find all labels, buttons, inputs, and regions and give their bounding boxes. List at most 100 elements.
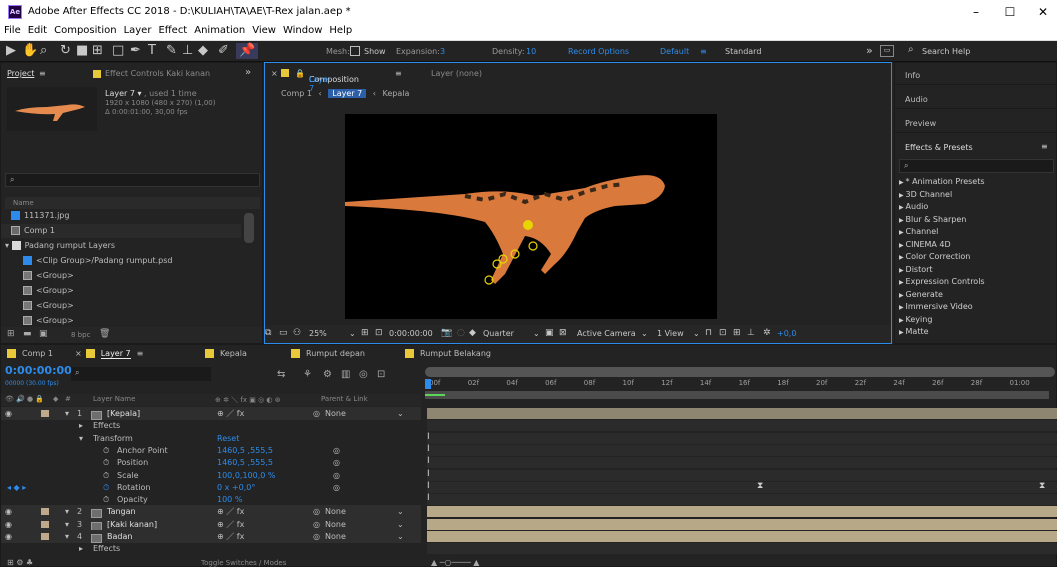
more-workspaces-icon[interactable]: » xyxy=(866,44,873,57)
selection-tool-icon[interactable]: ▶ xyxy=(6,43,16,59)
pen-tool-icon[interactable]: ✒ xyxy=(130,43,141,59)
time-ruler[interactable]: 00f 02f 04f 06f 08f 10f 12f 14f 16f 18f 20f 22f 24f 2… xyxy=(425,377,1057,391)
effects-category[interactable]: ▶ Keying xyxy=(899,315,932,327)
menu-effect[interactable]: Effect xyxy=(154,24,190,36)
toggle-transparency-icon[interactable]: ⊠ xyxy=(559,328,567,338)
timeline-tab[interactable]: × Layer 7 ≡ xyxy=(75,349,144,359)
effects-search-input[interactable]: ⌕ xyxy=(899,159,1054,173)
snapshot-icon[interactable]: ⧉ xyxy=(265,328,271,338)
flowchart-icon[interactable]: ⊥ xyxy=(747,328,755,338)
project-item[interactable]: ▾ Padang rumput Layers xyxy=(1,239,241,253)
toggle-pixel-aspect-icon[interactable]: ⊓ xyxy=(705,328,712,338)
close-tab-icon[interactable]: × xyxy=(75,349,82,358)
project-item[interactable]: <Clip Group>/Padang rumput.psd xyxy=(1,254,241,268)
project-menu-icon[interactable]: ≡ xyxy=(39,69,46,78)
project-item[interactable]: <Group> xyxy=(1,284,241,298)
project-scrollbar[interactable] xyxy=(244,213,254,243)
camera-snapshot-icon[interactable]: 📷 xyxy=(441,328,452,338)
info-panel-header[interactable]: Info xyxy=(895,63,1057,85)
search-help-input[interactable]: Search Help xyxy=(922,47,970,56)
workspace-menu-icon[interactable]: ≡ xyxy=(700,47,707,56)
resolution-dropdown-icon[interactable]: ⌄ xyxy=(533,329,540,338)
new-composition-icon[interactable]: ▣ xyxy=(39,329,48,339)
project-item[interactable]: <Group> xyxy=(1,269,241,283)
region-icon[interactable]: ▭ xyxy=(279,328,288,338)
fast-preview-icon[interactable]: ⊡ xyxy=(719,328,727,338)
zoom-dropdown-icon[interactable]: ⌄ xyxy=(349,329,356,338)
timeline-current-time[interactable]: 0:00:00:00 xyxy=(5,364,72,377)
layer-duration-bar[interactable] xyxy=(427,518,1057,530)
project-search-input[interactable]: ⌕ xyxy=(5,173,260,187)
keyframe-icon[interactable]: I xyxy=(427,456,430,466)
menu-help[interactable]: Help xyxy=(325,24,355,36)
project-item[interactable]: <Group> xyxy=(1,299,241,313)
type-tool-icon[interactable]: T xyxy=(148,43,156,59)
puppet-pin-tool-icon[interactable]: 📌 xyxy=(236,43,259,59)
breadcrumb-comp1[interactable]: Comp 1 xyxy=(281,89,312,98)
keyframe-icon[interactable]: I xyxy=(427,493,430,503)
workspace-toggle-icon[interactable]: ▭ xyxy=(880,45,894,57)
timeline-tab[interactable]: Rumput Belakang xyxy=(405,349,491,358)
timeline-search-input[interactable]: ⌕ xyxy=(71,367,211,381)
comp-mini-flowchart-icon[interactable]: ⇆ xyxy=(277,369,285,380)
project-item[interactable]: 111371.jpg xyxy=(1,209,241,223)
property-track[interactable]: I ⧗ ⧗ xyxy=(427,481,1057,493)
resolution-select[interactable]: Quarter xyxy=(483,329,514,338)
layer-duration-bar[interactable] xyxy=(427,506,1057,518)
graph-editor-icon[interactable]: ⊡ xyxy=(377,369,385,380)
project-item[interactable]: Comp 1 xyxy=(1,224,241,238)
keyframe-icon[interactable]: I xyxy=(427,444,430,454)
exposure-reset-icon[interactable]: ✲ xyxy=(763,328,771,338)
frame-blending-icon[interactable]: ▥ xyxy=(341,369,350,380)
menu-layer[interactable]: Layer xyxy=(120,24,155,36)
camera-select[interactable]: Active Camera xyxy=(577,329,636,338)
menu-file[interactable]: File xyxy=(0,24,24,36)
keyframe-icon[interactable]: I xyxy=(427,432,430,442)
effects-category[interactable]: ▶ Channel xyxy=(899,227,938,239)
composition-viewer[interactable] xyxy=(345,114,717,319)
effects-category[interactable]: ▶ Matte xyxy=(899,327,929,339)
search-help-icon[interactable]: ⌕ xyxy=(908,44,914,55)
tab-layer[interactable]: Layer (none) xyxy=(431,69,482,78)
property-track[interactable] xyxy=(427,543,1057,555)
project-item[interactable]: <Group> xyxy=(1,314,241,328)
more-panels-icon[interactable]: » xyxy=(245,67,251,78)
brush-tool-icon[interactable]: ✎ xyxy=(166,43,177,59)
keyframe-icon[interactable]: ⧗ xyxy=(757,481,763,491)
views-select[interactable]: 1 View xyxy=(657,329,684,338)
keyframe-icon[interactable]: I xyxy=(427,469,430,479)
shape-tool-icon[interactable]: □ xyxy=(112,43,124,59)
timeline-icon[interactable]: ⊞ xyxy=(733,328,741,338)
density-value[interactable]: 10 xyxy=(526,47,536,56)
timeline-tab[interactable]: Rumput depan xyxy=(291,349,365,358)
effects-category[interactable]: ▶ 3D Channel xyxy=(899,190,952,202)
close-comp-tab-icon[interactable]: × xyxy=(271,69,278,78)
property-track[interactable]: I xyxy=(427,456,1057,469)
motion-blur-icon[interactable]: ◎ xyxy=(359,369,368,380)
current-time[interactable]: 0:00:00:00 xyxy=(389,329,433,338)
maximize-button[interactable]: ☐ xyxy=(1000,3,1020,21)
camera-dropdown-icon[interactable]: ⌄ xyxy=(641,329,648,338)
shy-layers-icon[interactable]: ⚙ xyxy=(323,369,332,380)
workspace-default[interactable]: Default xyxy=(660,47,689,56)
record-options-button[interactable]: Record Options xyxy=(568,47,629,56)
region-of-interest-icon[interactable]: ▣ xyxy=(545,328,554,338)
toggle-switches-modes[interactable]: Toggle Switches / Modes xyxy=(201,559,286,567)
preview-panel-header[interactable]: Preview xyxy=(895,111,1057,133)
audio-panel-header[interactable]: Audio xyxy=(895,87,1057,109)
property-track[interactable]: I xyxy=(427,493,1057,506)
effects-presets-header[interactable]: Effects & Presets xyxy=(895,135,1057,157)
property-track[interactable]: I xyxy=(427,469,1057,481)
property-track[interactable]: I xyxy=(427,444,1057,456)
keyframe-icon[interactable]: I xyxy=(427,481,430,491)
minimize-button[interactable]: – xyxy=(966,3,986,21)
timeline-footer-icons[interactable]: ⊞ ⚙ ♣ xyxy=(7,558,33,567)
bit-depth-button[interactable]: 8 bpc xyxy=(71,331,90,339)
expansion-value[interactable]: 3 xyxy=(440,47,445,56)
timeline-tab[interactable]: Comp 1 xyxy=(7,349,53,358)
zoom-tool-icon[interactable]: ⌕ xyxy=(40,43,47,59)
show-mesh-checkbox[interactable] xyxy=(350,46,360,56)
rotate-tool-icon[interactable]: ↻ xyxy=(60,43,71,59)
lock-icon[interactable]: 🔒 xyxy=(295,69,305,78)
tab-menu-icon[interactable]: ≡ xyxy=(137,349,144,358)
